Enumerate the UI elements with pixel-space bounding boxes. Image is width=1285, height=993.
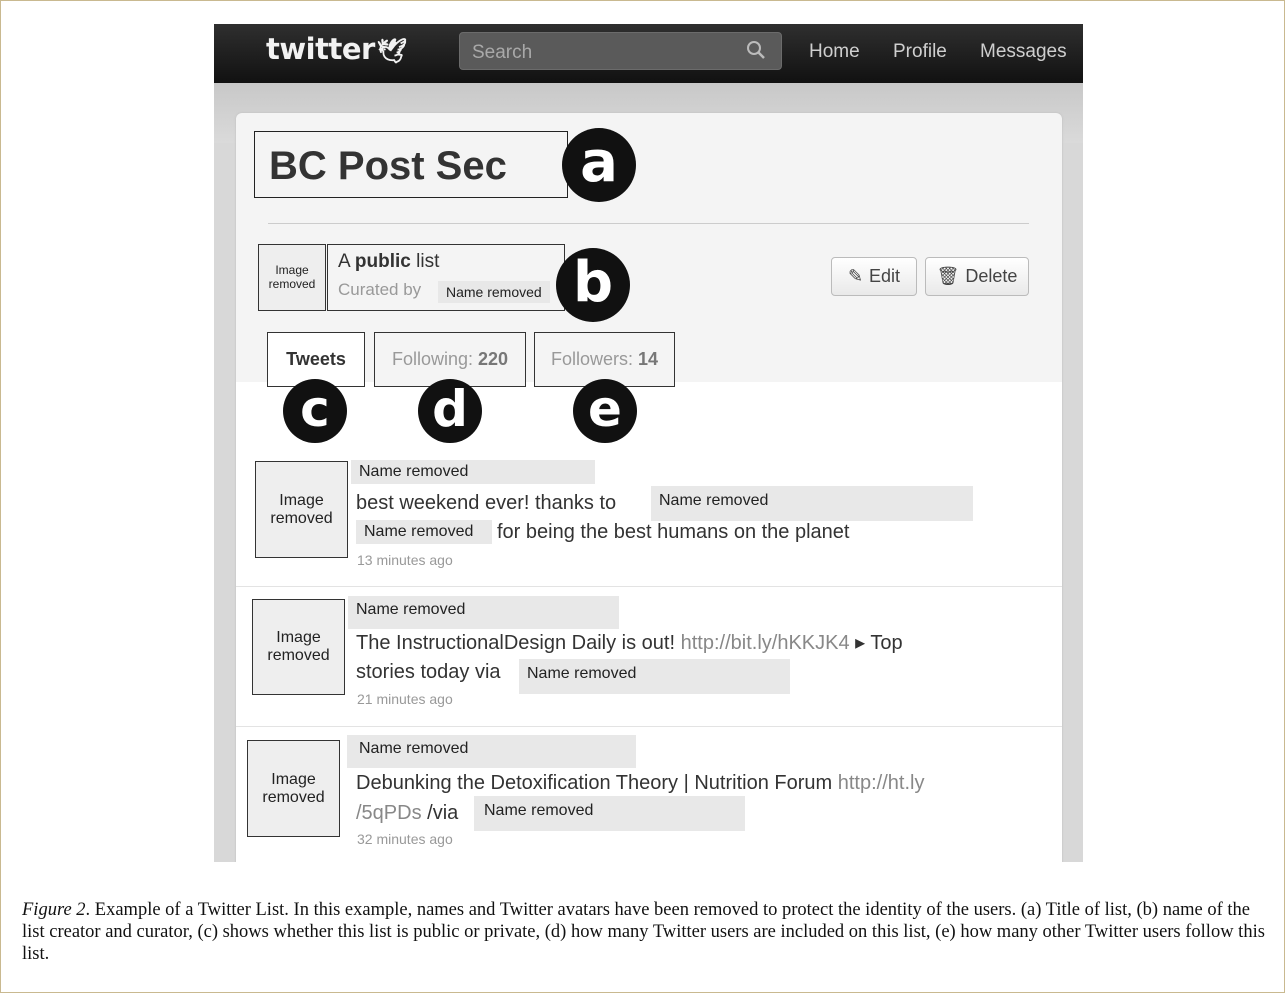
list-info-box: A public list Curated by Name removed: [327, 244, 565, 311]
list-avatar: Image removed: [258, 244, 326, 311]
tweet-text: Debunking the Detoxification Theory | Nu…: [356, 772, 925, 794]
figure-number: Figure 2: [22, 900, 86, 920]
tweet-text: for being the best humans on the planet: [497, 521, 850, 543]
tweet-author[interactable]: Name removed: [347, 735, 636, 768]
caption-text: . Example of a Twitter List. In this exa…: [22, 900, 1265, 964]
marker-c: c: [283, 379, 347, 443]
tweet-avatar[interactable]: Image removed: [255, 461, 348, 558]
twitter-logo[interactable]: twitter🕊: [266, 32, 407, 66]
tweet-timestamp[interactable]: 21 minutes ago: [357, 691, 453, 707]
marker-d: d: [418, 379, 482, 443]
delete-button[interactable]: 🗑 Delete: [925, 257, 1029, 296]
tweet-author[interactable]: Name removed: [351, 460, 595, 484]
nav-profile[interactable]: Profile: [893, 41, 947, 63]
list-visibility: A public list: [338, 251, 440, 272]
figure-caption: Figure 2. Example of a Twitter List. In …: [22, 899, 1267, 965]
tweet-text: /5qPDs /via: [356, 802, 459, 824]
search-icon[interactable]: [745, 39, 767, 61]
tweet-author[interactable]: Name removed: [348, 596, 619, 629]
tweet-mention[interactable]: Name removed: [519, 659, 790, 694]
tweet-text: best weekend ever! thanks to: [356, 492, 617, 514]
marker-b: b: [556, 248, 630, 322]
tweet-timestamp[interactable]: 32 minutes ago: [357, 831, 453, 847]
tweet-text: stories today via: [356, 661, 501, 683]
marker-e: e: [573, 379, 637, 443]
search-input[interactable]: Search: [459, 32, 782, 70]
tweet-mention[interactable]: Name removed: [474, 796, 745, 831]
tweet-avatar[interactable]: Image removed: [247, 740, 340, 837]
edit-button[interactable]: ✎ Edit: [831, 257, 917, 296]
curator-name[interactable]: Name removed: [438, 281, 550, 303]
search-placeholder: Search: [472, 42, 533, 63]
trash-icon: 🗑: [936, 266, 960, 286]
top-navigation-bar: twitter🕊 Search Home Profile Messages: [214, 24, 1083, 83]
nav-home[interactable]: Home: [809, 41, 860, 63]
marker-a: a: [562, 128, 636, 202]
tweet-link[interactable]: http://bit.ly/hKKJK4: [681, 632, 850, 654]
tweet-divider: [236, 586, 1062, 587]
bird-icon: 🕊: [376, 37, 407, 65]
tweet-mention[interactable]: Name removed: [651, 486, 973, 521]
list-title-box: BC Post Sec: [254, 131, 568, 198]
header-divider: [268, 223, 1029, 224]
edit-icon: ✎: [847, 266, 864, 286]
tweet-divider: [236, 726, 1062, 727]
nav-messages[interactable]: Messages: [980, 41, 1067, 63]
tweet-avatar[interactable]: Image removed: [252, 599, 345, 695]
tweet-mention[interactable]: Name removed: [356, 520, 492, 544]
tweet-link[interactable]: /5qPDs: [356, 802, 422, 824]
list-title: BC Post Sec: [269, 144, 507, 188]
tweet-text: The InstructionalDesign Daily is out! ht…: [356, 632, 903, 654]
curated-by-label: Curated by: [338, 280, 422, 299]
tweet-timestamp[interactable]: 13 minutes ago: [357, 552, 453, 568]
tweet-link[interactable]: http://ht.ly: [838, 772, 925, 794]
